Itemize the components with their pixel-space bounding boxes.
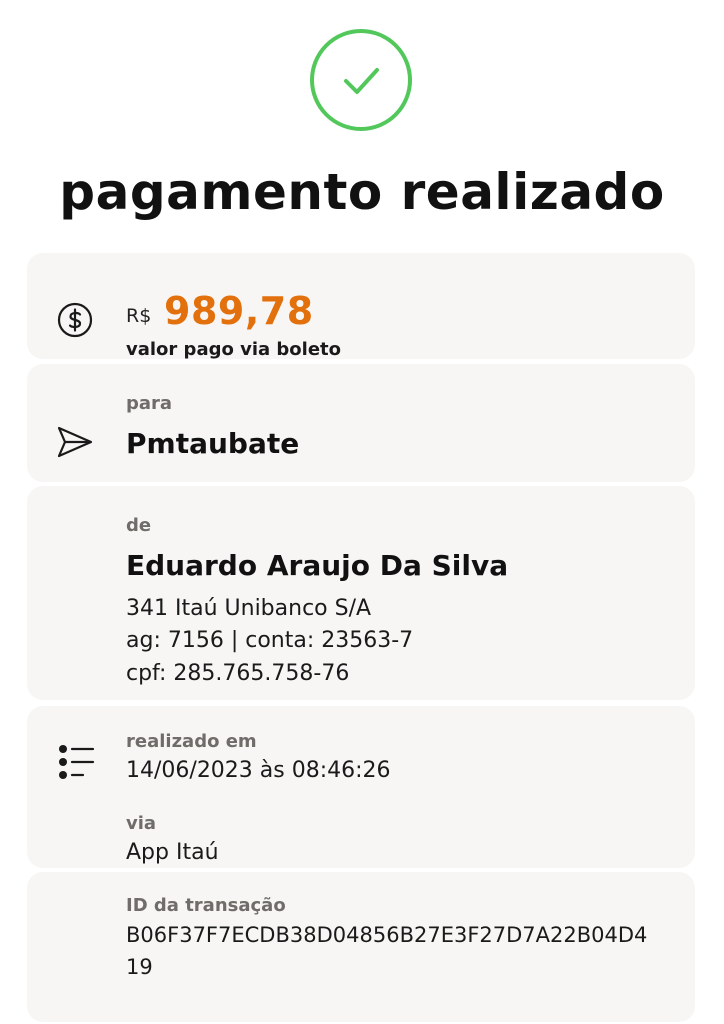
payer-bank: 341 Itaú Unibanco S/A [126,596,372,621]
date-label: realizado em [126,731,257,752]
payer-label: de [126,515,152,536]
list-icon [56,743,96,787]
currency-label: R$ [126,305,152,327]
transaction-id-label: ID da transação [126,895,286,916]
recipient-card [27,364,695,482]
payer-cpf: cpf: 285.765.758-76 [126,661,350,686]
amount-caption: valor pago via boleto [126,339,342,360]
send-icon [56,425,94,463]
date-value: 14/06/2023 às 08:46:26 [126,758,391,783]
amount-value: 989,78 [164,289,314,333]
transaction-id-line-2: 19 [126,955,153,979]
channel-label: via [126,813,157,834]
dollar-circle-icon [56,301,94,343]
payer-account: ag: 7156 | conta: 23563-7 [126,628,414,653]
payer-name: Eduardo Araujo Da Silva [126,549,509,582]
page-title: pagamento realizado [59,163,665,221]
channel-value: App Itaú [126,840,219,865]
check-circle-icon [309,28,413,132]
recipient-label: para [126,393,173,414]
recipient-name: Pmtaubate [126,427,300,460]
transaction-id-line-1: B06F37F7ECDB38D04856B27E3F27D7A22B04D4 [126,923,648,947]
